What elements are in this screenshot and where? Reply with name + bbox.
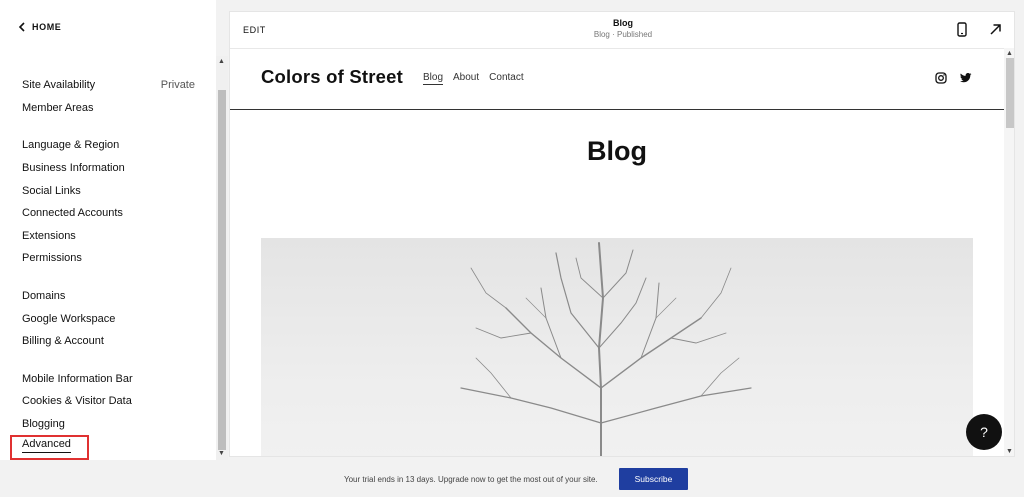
site-preview-frame: EDIT Blog Blog · Published Colors of Str… bbox=[229, 11, 1015, 457]
home-label: HOME bbox=[32, 22, 62, 32]
blog-heading: Blog bbox=[587, 136, 647, 166]
site-title[interactable]: Colors of Street bbox=[261, 66, 403, 88]
page-title: Blog bbox=[613, 18, 633, 28]
page-status: Blog · Published bbox=[593, 30, 653, 39]
preview-scroll-up-icon[interactable]: ▲ bbox=[1006, 50, 1013, 57]
menu-item-label: Member Areas bbox=[22, 101, 94, 114]
menu-group-business: Language & Region Business Information S… bbox=[0, 134, 216, 270]
subscribe-button[interactable]: Subscribe bbox=[619, 468, 688, 490]
settings-menu: Site Availability Private Member Areas L… bbox=[0, 74, 216, 450]
hero-image bbox=[261, 238, 973, 456]
menu-item-label: Permissions bbox=[22, 252, 82, 265]
menu-item-label: Business Information bbox=[22, 162, 125, 175]
menu-group-other: Mobile Information Bar Cookies & Visitor… bbox=[0, 368, 216, 436]
site-nav: Blog About Contact bbox=[423, 72, 524, 85]
menu-item-label: Extensions bbox=[22, 229, 76, 242]
menu-item-member-areas[interactable]: Member Areas bbox=[0, 97, 216, 120]
preview-scroll-down-icon[interactable]: ▼ bbox=[1006, 448, 1013, 455]
menu-item-connected-accounts[interactable]: Connected Accounts bbox=[0, 202, 216, 225]
nav-link-contact[interactable]: Contact bbox=[489, 72, 523, 85]
sidebar-scroll-up-icon[interactable]: ▲ bbox=[218, 58, 225, 65]
expand-arrow-icon[interactable] bbox=[989, 23, 1002, 36]
preview-toolbar: EDIT Blog Blog · Published bbox=[230, 12, 1014, 49]
menu-item-permissions[interactable]: Permissions bbox=[0, 247, 216, 270]
menu-item-label: Blogging bbox=[22, 418, 65, 431]
menu-item-label: Social Links bbox=[22, 184, 81, 197]
menu-item-site-availability[interactable]: Site Availability Private bbox=[0, 74, 216, 97]
settings-sidebar: HOME Site Availability Private Member Ar… bbox=[0, 0, 216, 460]
menu-item-label: Language & Region bbox=[22, 139, 120, 152]
site-availability-value: Private bbox=[160, 79, 195, 92]
home-link[interactable]: HOME bbox=[18, 22, 61, 32]
menu-item-mobile-information-bar[interactable]: Mobile Information Bar bbox=[0, 368, 216, 391]
sidebar-scrollbar-thumb[interactable] bbox=[218, 90, 226, 450]
menu-item-google-workspace[interactable]: Google Workspace bbox=[0, 307, 216, 330]
site-header: Colors of Street Blog About Contact bbox=[230, 48, 1004, 110]
menu-item-extensions[interactable]: Extensions bbox=[0, 225, 216, 248]
menu-item-social-links[interactable]: Social Links bbox=[0, 179, 216, 202]
menu-item-cookies-visitor-data[interactable]: Cookies & Visitor Data bbox=[0, 390, 216, 413]
nav-link-blog[interactable]: Blog bbox=[423, 72, 444, 85]
preview-scrollbar-thumb[interactable] bbox=[1006, 58, 1014, 128]
menu-item-advanced[interactable]: Advanced bbox=[22, 438, 71, 453]
trial-bar: Your trial ends in 13 days. Upgrade now … bbox=[0, 460, 1024, 497]
menu-group-site: Site Availability Private Member Areas bbox=[0, 74, 216, 119]
menu-item-label: Cookies & Visitor Data bbox=[22, 395, 132, 408]
menu-item-label: Domains bbox=[22, 290, 66, 303]
instagram-icon[interactable] bbox=[935, 72, 947, 84]
help-button[interactable]: ? bbox=[966, 414, 1002, 450]
sidebar-scroll-down-icon[interactable]: ▼ bbox=[218, 450, 225, 457]
menu-item-label: Site Availability bbox=[22, 79, 96, 92]
menu-item-billing-account[interactable]: Billing & Account bbox=[0, 330, 216, 353]
mobile-icon[interactable] bbox=[957, 22, 967, 37]
menu-group-domains: Domains Google Workspace Billing & Accou… bbox=[0, 285, 216, 353]
menu-item-label: Connected Accounts bbox=[22, 207, 123, 220]
menu-item-blogging[interactable]: Blogging bbox=[0, 413, 216, 436]
menu-item-domains[interactable]: Domains bbox=[0, 285, 216, 308]
site-content: Colors of Street Blog About Contact Blog bbox=[230, 48, 1004, 456]
bare-tree-image bbox=[460, 242, 752, 456]
trial-message: Your trial ends in 13 days. Upgrade now … bbox=[344, 475, 598, 484]
menu-item-label: Google Workspace bbox=[22, 312, 116, 325]
menu-item-label: Mobile Information Bar bbox=[22, 372, 133, 385]
menu-item-business-information[interactable]: Business Information bbox=[0, 157, 216, 180]
nav-link-about[interactable]: About bbox=[453, 72, 479, 85]
menu-item-language-region[interactable]: Language & Region bbox=[0, 134, 216, 157]
chevron-left-icon bbox=[18, 22, 25, 32]
twitter-icon[interactable] bbox=[960, 73, 972, 83]
menu-item-label: Billing & Account bbox=[22, 335, 104, 348]
